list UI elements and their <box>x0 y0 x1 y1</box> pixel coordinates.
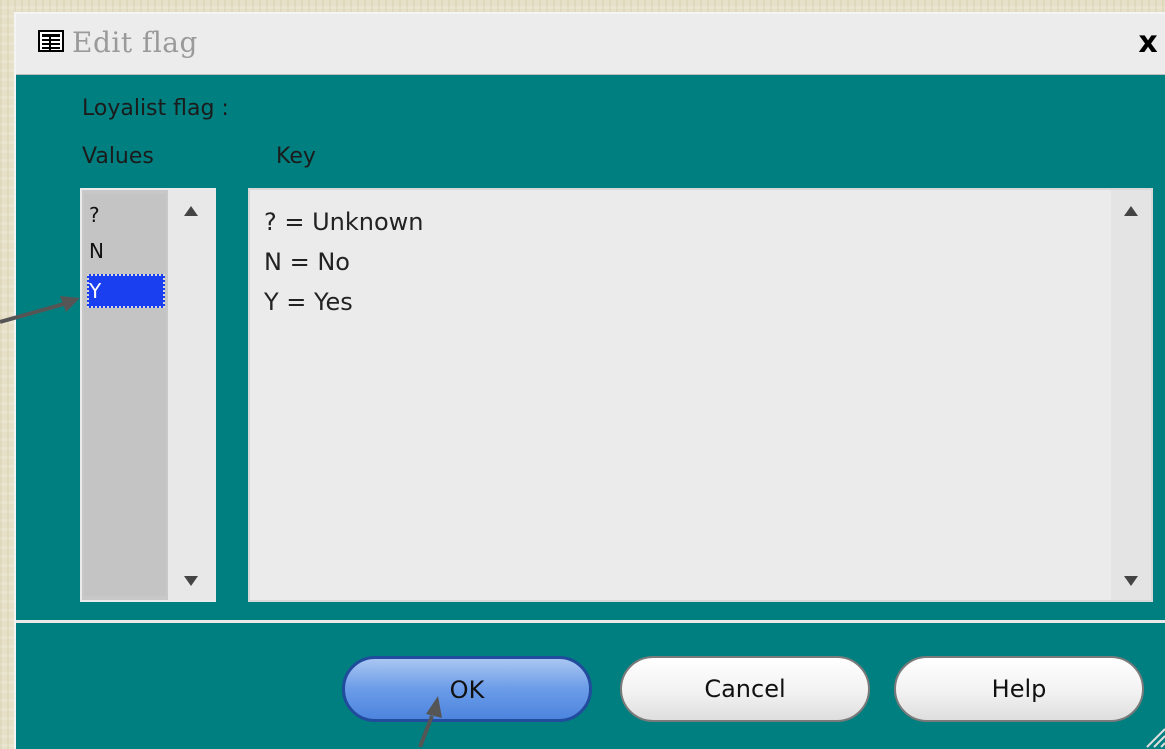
key-line: ? = Unknown <box>264 208 424 236</box>
list-item[interactable]: ? <box>87 198 100 232</box>
field-label: Loyalist flag : <box>82 96 229 121</box>
window-title: Edit flag <box>72 26 198 59</box>
edit-flag-dialog: Edit flag x Loyalist flag : Values Key ?… <box>14 12 1165 749</box>
divider <box>16 620 1165 623</box>
key-line: N = No <box>264 248 350 276</box>
list-item[interactable]: N <box>87 234 104 268</box>
title-bar[interactable]: Edit flag x <box>16 14 1165 75</box>
list-item-selected[interactable]: Y <box>87 274 165 308</box>
ok-button[interactable]: OK <box>342 656 592 722</box>
scroll-down-icon[interactable] <box>1124 576 1138 586</box>
key-header: Key <box>276 144 316 169</box>
values-list[interactable]: ? N Y <box>84 194 166 596</box>
values-scrollbar[interactable] <box>168 190 214 600</box>
help-button[interactable]: Help <box>894 656 1144 722</box>
scroll-down-icon[interactable] <box>184 576 198 586</box>
scroll-up-icon[interactable] <box>184 206 198 216</box>
close-icon[interactable]: x <box>1133 26 1163 60</box>
key-textarea[interactable]: ? = Unknown N = No Y = Yes <box>248 188 1153 602</box>
resize-grip-icon[interactable] <box>1141 723 1165 749</box>
key-scrollbar[interactable] <box>1111 190 1151 600</box>
values-header: Values <box>82 144 154 169</box>
values-listbox[interactable]: ? N Y <box>80 188 216 602</box>
scroll-up-icon[interactable] <box>1124 206 1138 216</box>
key-line: Y = Yes <box>264 288 353 316</box>
cancel-button[interactable]: Cancel <box>620 656 870 722</box>
table-icon <box>38 30 64 52</box>
